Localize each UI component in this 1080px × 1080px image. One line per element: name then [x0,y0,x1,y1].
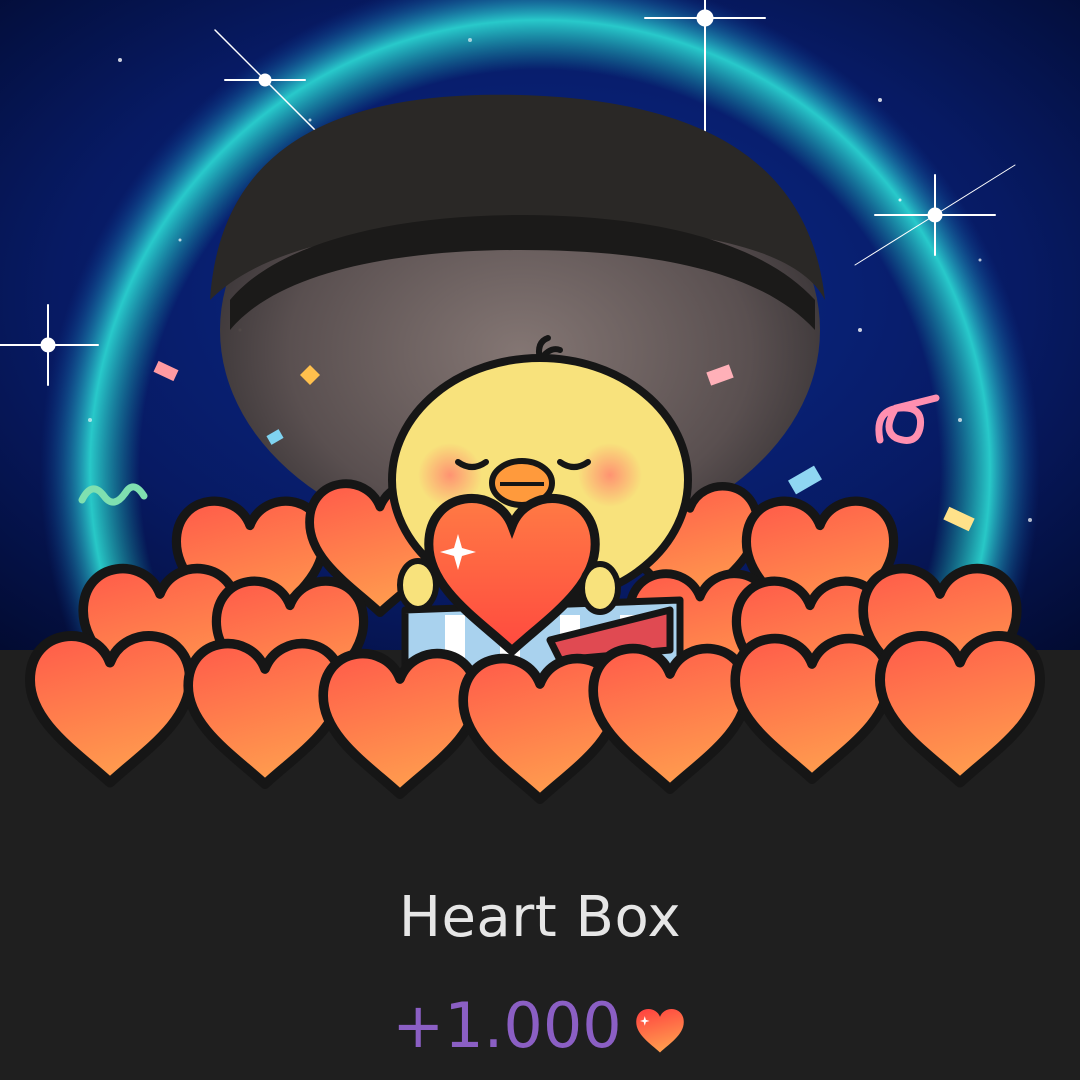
heart-icon [635,1008,684,1053]
reward-amount-row: +1.000 [0,985,1080,1065]
reward-amount: +1.000 [392,988,622,1062]
gift-title: Heart Box [398,885,682,950]
